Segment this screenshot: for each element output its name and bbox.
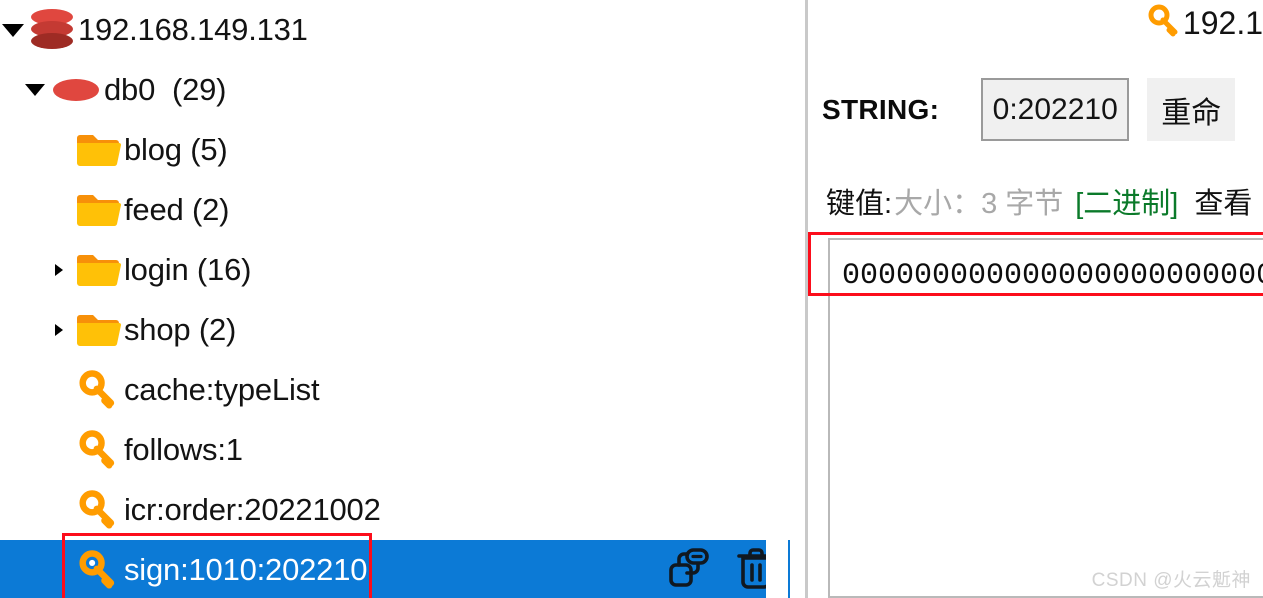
tree-row-icr-order-20221002[interactable]: icr:order:20221002 — [0, 480, 790, 540]
tree-row-label: login (16) — [124, 252, 252, 287]
watermark: CSDN @火云鬿神 — [1091, 570, 1251, 591]
view-link[interactable]: 查看 — [1194, 180, 1252, 222]
tree-row-feed[interactable]: feed (2) — [0, 180, 790, 240]
key-type-row: STRING: 重命 — [822, 78, 1236, 141]
tree-row-sign-1010-202210[interactable]: sign:1010:202210 — [0, 540, 790, 598]
detail-header-title: 192.1 — [1182, 5, 1263, 41]
tree-row-login[interactable]: login (16) — [0, 240, 790, 300]
key-value-textarea[interactable]: 0000000000000000000000001 — [828, 238, 1263, 598]
tree-row-blog[interactable]: blog (5) — [0, 120, 790, 180]
folder-icon — [72, 132, 124, 168]
tree-scrollbar-track[interactable] — [766, 0, 788, 598]
folder-icon — [72, 192, 124, 228]
tree-row-label: feed (2) — [124, 192, 230, 227]
binary-view-link[interactable]: [二进制] — [1075, 180, 1178, 222]
folder-icon — [72, 312, 124, 348]
tree-row-server-label: 192.168.149.131 — [78, 12, 308, 47]
tree-row-shop[interactable]: shop (2) — [0, 300, 790, 360]
key-icon — [72, 430, 124, 470]
tree-row-database-label: db0 (29) — [104, 72, 226, 108]
expander-collapsed-icon[interactable] — [46, 264, 72, 276]
tree-row-follows-1[interactable]: follows:1 — [0, 420, 790, 480]
tree-row-label: icr:order:20221002 — [124, 492, 381, 527]
key-meta-row: 键值: 大小：3 字节 [二进制] 查看 — [826, 180, 1252, 222]
tree-row-actions — [668, 540, 776, 598]
key-type-label: STRING: — [822, 93, 940, 125]
tree-row-label: blog (5) — [124, 132, 228, 167]
key-value-area: 0000000000000000000000001 — [808, 232, 1263, 598]
key-icon — [72, 370, 124, 410]
key-detail-panel: 192.1 STRING: 重命 键值: 大小：3 字节 [二进制] 查看 00… — [808, 0, 1263, 598]
tree-row-label: follows:1 — [124, 432, 243, 467]
folder-icon — [72, 252, 124, 288]
clone-key-icon[interactable] — [668, 547, 710, 594]
tree-row-label: sign:1010:202210 — [124, 552, 368, 587]
expander-collapsed-icon[interactable] — [46, 324, 72, 336]
tree-row-label: cache:typeList — [124, 372, 320, 407]
database-name: db0 — [104, 72, 156, 107]
tree-row-server[interactable]: 192.168.149.131 — [0, 0, 790, 60]
key-icon — [72, 490, 124, 530]
database-count: (29) — [171, 72, 227, 107]
rename-button[interactable]: 重命 — [1147, 78, 1236, 141]
key-name-input[interactable] — [981, 78, 1130, 141]
key-icon — [1147, 4, 1181, 43]
tree-row-database[interactable]: db0 (29) — [0, 60, 790, 120]
key-tree-panel: 192.168.149.131 db0 (29) blog (5) feed (2… — [0, 0, 790, 598]
tree-row-label: shop (2) — [124, 312, 237, 347]
database-expander-icon[interactable] — [22, 84, 48, 96]
key-size-label: 大小：3 字节 — [894, 188, 1064, 220]
server-expander-icon[interactable] — [0, 23, 26, 37]
key-value-label: 键值: — [826, 188, 893, 220]
tree-row-cache-typeList[interactable]: cache:typeList — [0, 360, 790, 420]
detail-header: 192.1 — [1147, 4, 1263, 43]
stack-database-icon — [26, 8, 78, 52]
database-icon — [48, 75, 104, 105]
key-icon — [72, 550, 124, 590]
